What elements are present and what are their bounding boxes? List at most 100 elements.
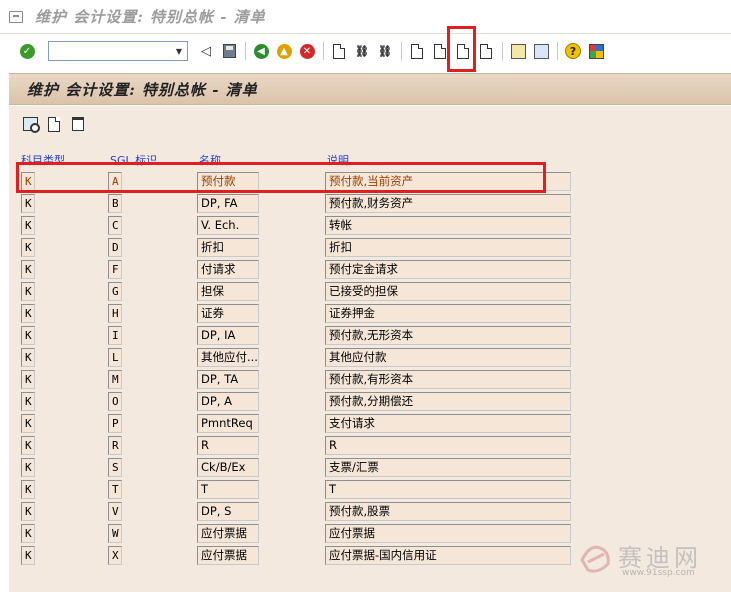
sgl-indicator-cell[interactable]: O: [108, 392, 122, 411]
description-cell[interactable]: 预付款,股票: [325, 502, 571, 521]
save-button[interactable]: [219, 41, 239, 61]
name-cell[interactable]: 付请求: [197, 260, 259, 279]
sgl-indicator-cell[interactable]: G: [108, 282, 122, 301]
first-page-button[interactable]: [407, 41, 427, 61]
description-cell[interactable]: 预付款,分期偿还: [325, 392, 571, 411]
description-cell[interactable]: 已接受的担保: [325, 282, 571, 301]
description-cell[interactable]: 预付款,无形资本: [325, 326, 571, 345]
account-type-cell[interactable]: K: [21, 194, 35, 213]
name-cell[interactable]: 证券: [197, 304, 259, 323]
help-button[interactable]: ?: [563, 41, 583, 61]
name-cell[interactable]: DP, TA: [197, 370, 259, 389]
cancel-button[interactable]: ✕: [297, 41, 317, 61]
description-cell[interactable]: 证券押金: [325, 304, 571, 323]
sgl-indicator-cell[interactable]: L: [108, 348, 122, 367]
sgl-indicator-cell[interactable]: M: [108, 370, 122, 389]
description-cell[interactable]: 应付票据-国内信用证: [325, 546, 571, 565]
sgl-indicator-cell[interactable]: C: [108, 216, 122, 235]
name-cell[interactable]: 担保: [197, 282, 259, 301]
sgl-indicator-cell[interactable]: I: [108, 326, 122, 345]
account-type-cell[interactable]: K: [21, 480, 35, 499]
account-type-cell[interactable]: K: [21, 172, 35, 191]
command-input[interactable]: [53, 42, 171, 60]
name-cell[interactable]: V. Ech.: [197, 216, 259, 235]
account-type-cell[interactable]: K: [21, 546, 35, 565]
sgl-indicator-cell[interactable]: H: [108, 304, 122, 323]
window-menu-icon[interactable]: [9, 10, 23, 23]
back-button[interactable]: ◀: [251, 41, 271, 61]
account-type-cell[interactable]: K: [21, 370, 35, 389]
description-cell[interactable]: 其他应付款: [325, 348, 571, 367]
header-description[interactable]: 说明: [327, 152, 349, 168]
description-cell[interactable]: R: [325, 436, 571, 455]
name-cell[interactable]: DP, S: [197, 502, 259, 521]
name-cell[interactable]: DP, A: [197, 392, 259, 411]
account-type-cell[interactable]: K: [21, 524, 35, 543]
account-type-cell[interactable]: K: [21, 238, 35, 257]
sgl-indicator-cell[interactable]: S: [108, 458, 122, 477]
name-cell[interactable]: Ck/B/Ex: [197, 458, 259, 477]
account-type-cell[interactable]: K: [21, 414, 35, 433]
enter-button[interactable]: ✓: [17, 41, 37, 61]
account-type-cell[interactable]: K: [21, 260, 35, 279]
sgl-indicator-cell[interactable]: P: [108, 414, 122, 433]
description-cell[interactable]: 预付款,当前资产: [325, 172, 571, 191]
account-type-cell[interactable]: K: [21, 392, 35, 411]
description-cell[interactable]: 预付款,有形资本: [325, 370, 571, 389]
name-cell[interactable]: PmntReq: [197, 414, 259, 433]
find-next-button[interactable]: ⛓: [375, 41, 395, 61]
name-cell[interactable]: 应付票据: [197, 546, 259, 565]
chevron-down-icon[interactable]: ▼: [171, 42, 187, 60]
create-button[interactable]: [44, 114, 64, 134]
account-type-cell[interactable]: K: [21, 436, 35, 455]
name-cell[interactable]: T: [197, 480, 259, 499]
sgl-indicator-cell[interactable]: W: [108, 524, 122, 543]
account-type-cell[interactable]: K: [21, 304, 35, 323]
description-cell[interactable]: 转帐: [325, 216, 571, 235]
name-cell[interactable]: DP, IA: [197, 326, 259, 345]
new-session-button[interactable]: [508, 41, 528, 61]
description-cell[interactable]: 支票/汇票: [325, 458, 571, 477]
name-cell[interactable]: 预付款: [197, 172, 259, 191]
find-button[interactable]: ⛓: [352, 41, 372, 61]
sgl-indicator-cell[interactable]: B: [108, 194, 122, 213]
collapse-command-button[interactable]: ◁: [196, 41, 216, 61]
sgl-indicator-cell[interactable]: R: [108, 436, 122, 455]
delete-button[interactable]: [68, 114, 88, 134]
sgl-indicator-cell[interactable]: T: [108, 480, 122, 499]
description-cell[interactable]: 支付请求: [325, 414, 571, 433]
print-button[interactable]: [329, 41, 349, 61]
previous-page-button[interactable]: [430, 41, 450, 61]
description-cell[interactable]: 折扣: [325, 238, 571, 257]
name-cell[interactable]: 折扣: [197, 238, 259, 257]
description-cell[interactable]: 预付定金请求: [325, 260, 571, 279]
name-cell[interactable]: R: [197, 436, 259, 455]
shortcut-button[interactable]: [531, 41, 551, 61]
sgl-indicator-cell[interactable]: V: [108, 502, 122, 521]
account-type-cell[interactable]: K: [21, 282, 35, 301]
description-cell[interactable]: 应付票据: [325, 524, 571, 543]
sgl-indicator-cell[interactable]: F: [108, 260, 122, 279]
description-cell[interactable]: 预付款,财务资产: [325, 194, 571, 213]
name-cell[interactable]: 应付票据: [197, 524, 259, 543]
header-account-type[interactable]: 科目类型: [21, 152, 65, 168]
account-type-cell[interactable]: K: [21, 348, 35, 367]
header-sgl-indicator[interactable]: SGL 标识: [110, 152, 157, 168]
account-type-cell[interactable]: K: [21, 326, 35, 345]
name-cell[interactable]: 其他应付...: [197, 348, 259, 367]
last-page-button[interactable]: [476, 41, 496, 61]
details-button[interactable]: [20, 114, 40, 134]
sgl-indicator-cell[interactable]: A: [108, 172, 122, 191]
command-field[interactable]: ▼: [48, 41, 188, 61]
header-name[interactable]: 名称: [199, 152, 221, 168]
sgl-indicator-cell[interactable]: X: [108, 546, 122, 565]
exit-button[interactable]: ▲: [274, 41, 294, 61]
layout-button[interactable]: [586, 41, 606, 61]
description-cell[interactable]: T: [325, 480, 571, 499]
next-page-button[interactable]: [453, 41, 473, 61]
account-type-cell[interactable]: K: [21, 216, 35, 235]
account-type-cell[interactable]: K: [21, 502, 35, 521]
account-type-cell[interactable]: K: [21, 458, 35, 477]
sgl-indicator-cell[interactable]: D: [108, 238, 122, 257]
name-cell[interactable]: DP, FA: [197, 194, 259, 213]
